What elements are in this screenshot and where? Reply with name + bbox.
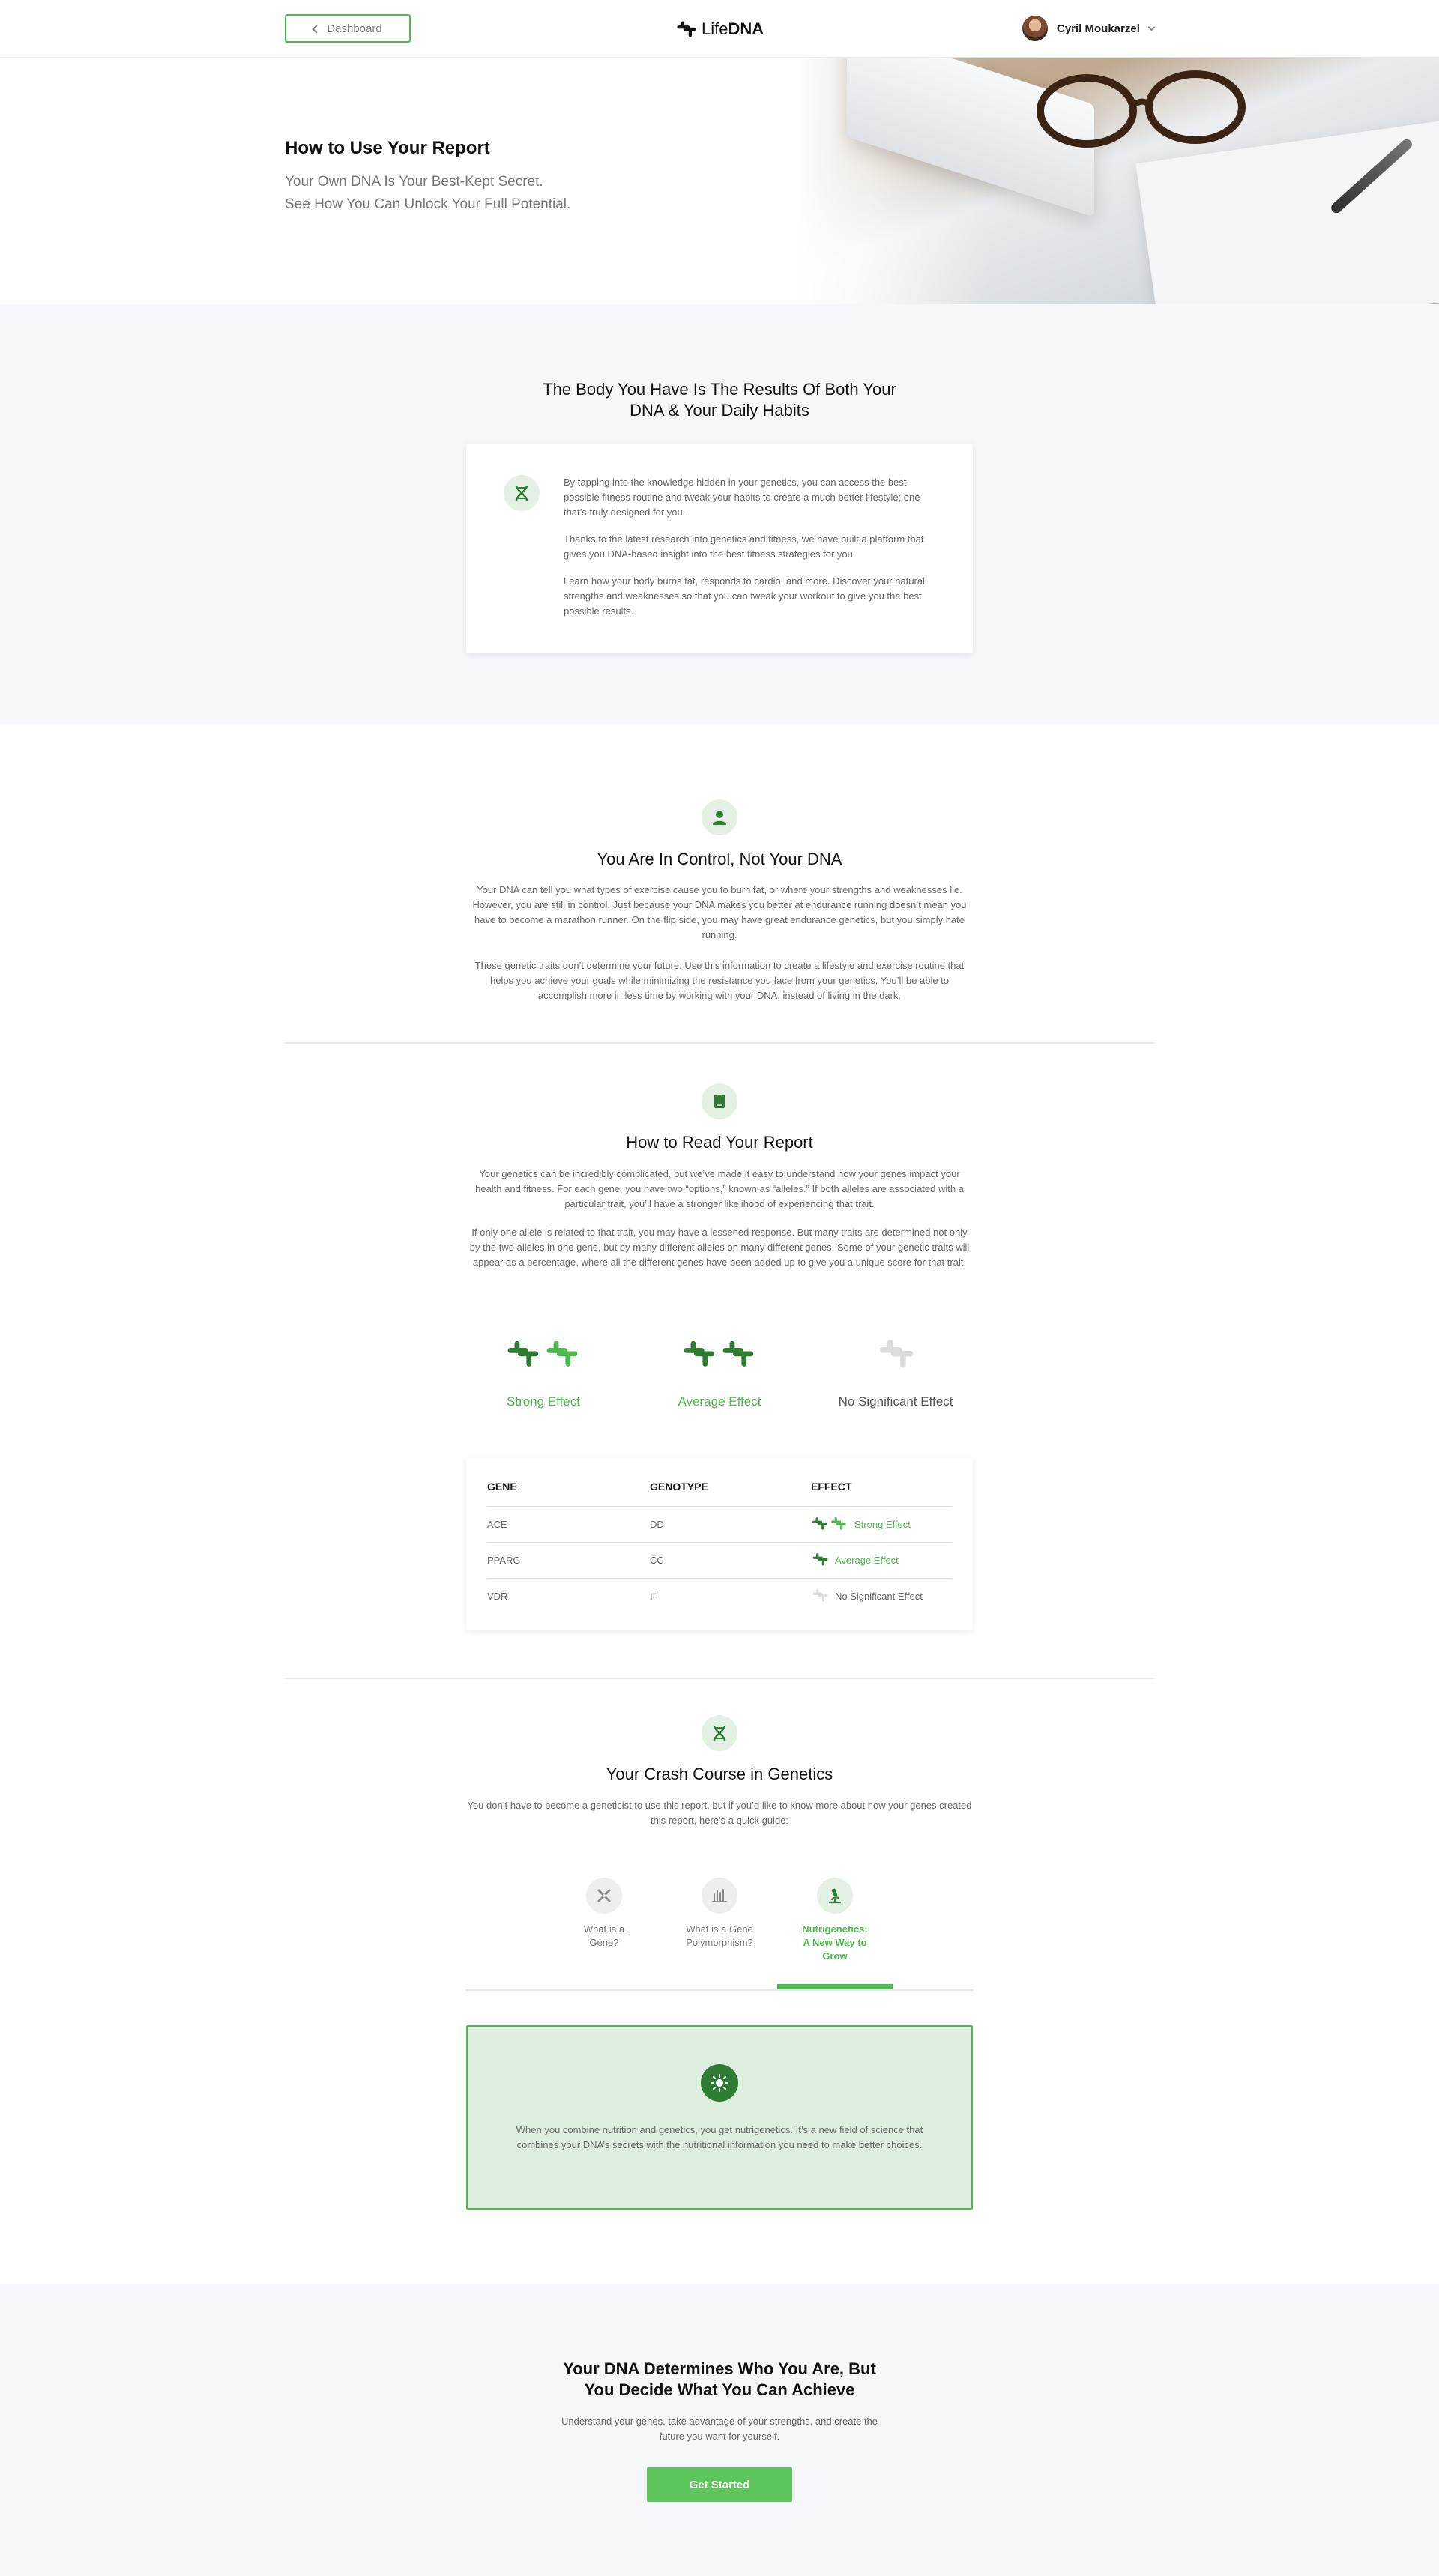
intro-text: By tapping into the knowledge hidden in … [564,475,931,631]
hero-subtitle-line: See How You Can Unlock Your Full Potenti… [285,196,571,212]
cta-subtitle-line: Understand your genes, take advantage of… [561,2416,878,2427]
control-paragraph-1: Your DNA can tell you what types of exer… [472,884,967,940]
table-header-gene: GENE [487,1481,517,1493]
cta-title-line: You Decide What You Can Achieve [584,2380,855,2399]
cta-title: Your DNA Determines Who You Are, But You… [0,2359,1439,2401]
tab-what-is-gene[interactable]: What is a Gene? [559,1878,649,1950]
average-effect-icon [812,1553,828,1566]
tab-label: Nutrigenetics: [802,1923,868,1935]
no-effect-icon [879,1340,914,1368]
table-header-effect: EFFECT [811,1481,852,1493]
no-effect-label: No Significant Effect [838,1394,953,1409]
strong-effect-legend: Strong Effect [480,1335,607,1409]
hero-subtitle-line: Your Own DNA Is Your Best-Kept Secret. [285,174,543,190]
strong-effect-icon [812,1517,846,1530]
effect-cell: Average Effect [811,1552,899,1568]
cta-section: Your DNA Determines Who You Are, But You… [0,2284,1439,2576]
chromosome-icon [586,1878,622,1914]
person-icon [702,799,737,835]
tab-label: A New Way to [803,1937,867,1948]
intro-section: The Body You Have Is The Results Of Both… [0,304,1439,724]
intro-title-line: The Body You Have Is The Results Of Both… [543,380,896,399]
active-tab-indicator [777,1984,893,1989]
tabs-divider [466,1989,973,1991]
divider [285,1042,1154,1044]
tab-gene-polymorphism[interactable]: What is a Gene Polymorphism? [671,1878,768,1950]
genotype-cell: II [650,1591,656,1602]
table-row: ACE DD Strong Effect [487,1506,952,1542]
hero-subtitle: Your Own DNA Is Your Best-Kept Secret. S… [285,171,570,216]
intro-title-line: DNA & Your Daily Habits [630,401,809,420]
table-header-genotype: GENOTYPE [650,1481,708,1493]
dashboard-button[interactable]: Dashboard [285,14,411,43]
genotype-cell: DD [650,1519,664,1530]
dna-logo-icon [677,21,696,37]
hero-image [794,58,1439,304]
dna-helix-icon [702,1715,737,1751]
nutrigenetics-panel: When you combine nutrition and genetics,… [466,2025,973,2210]
average-effect-label: Average Effect [678,1394,761,1409]
intro-paragraph: Thanks to the latest research into genet… [564,533,924,560]
logo-text-bold: DNA [728,19,764,38]
top-header: Dashboard LifeDNA Cyril Moukarzel [0,0,1439,58]
crash-title: Your Crash Course in Genetics [606,1765,833,1783]
read-paragraph-2: If only one allele is related to that tr… [469,1227,970,1268]
intro-title: The Body You Have Is The Results Of Both… [0,379,1439,421]
gene-cell: PPARG [487,1555,521,1566]
tab-nutrigenetics[interactable]: Nutrigenetics: A New Way to Grow [782,1878,887,1963]
strong-effect-label: Strong Effect [507,1394,580,1409]
book-icon [702,1083,737,1119]
tab-label: Polymorphism? [686,1937,753,1948]
dashboard-button-label: Dashboard [327,22,382,35]
average-effect-icon [684,1340,754,1367]
effect-label: Strong Effect [854,1518,911,1530]
avatar [1022,16,1048,41]
user-menu[interactable]: Cyril Moukarzel [1022,16,1156,41]
control-title: You Are In Control, Not Your DNA [597,850,842,868]
effect-cell: Strong Effect [811,1516,911,1532]
lightbulb-icon [701,2064,738,2102]
tab-label: What is a [583,1923,625,1935]
chevron-left-icon [312,24,321,34]
intro-paragraph: By tapping into the knowledge hidden in … [564,477,920,518]
nutrigenetics-text: When you combine nutrition and genetics,… [516,2124,923,2150]
no-effect-icon [812,1589,828,1602]
chevron-down-icon [1147,23,1156,31]
strong-effect-icon [507,1340,578,1367]
effect-label: No Significant Effect [835,1590,923,1602]
read-paragraph-1: Your genetics can be incredibly complica… [475,1168,964,1209]
page-title: How to Use Your Report [285,138,490,158]
intro-card: By tapping into the knowledge hidden in … [466,444,973,653]
cta-title-line: Your DNA Determines Who You Are, But [563,2359,876,2378]
no-effect-legend: No Significant Effect [821,1335,971,1409]
effect-cell: No Significant Effect [811,1588,923,1604]
average-effect-legend: Average Effect [656,1335,783,1409]
gene-cell: VDR [487,1591,508,1602]
control-paragraph-2: These genetic traits don’t determine you… [474,960,965,1001]
polymorphism-icon [702,1878,737,1914]
gene-table: GENE GENOTYPE EFFECT ACE DD Strong Effec… [466,1458,973,1630]
gene-cell: ACE [487,1519,507,1530]
glasses-icon [1037,70,1246,148]
tab-label: Gene? [589,1937,619,1948]
crash-paragraph: You don’t have to become a geneticist to… [467,1800,972,1826]
read-title: How to Read Your Report [626,1133,813,1152]
cta-subtitle-line: future you want for yourself. [659,2431,780,2442]
tab-label: Grow [822,1950,848,1962]
dna-helix-icon [504,475,540,511]
genotype-cell: CC [650,1555,664,1566]
tab-label: What is a Gene [686,1923,753,1935]
cta-subtitle: Understand your genes, take advantage of… [0,2414,1439,2444]
user-name: Cyril Moukarzel [1057,22,1140,35]
table-row: VDR II No Significant Effect [487,1578,952,1614]
effect-label: Average Effect [835,1554,899,1566]
lifedna-logo[interactable]: LifeDNA [676,18,764,40]
intro-paragraph: Learn how your body burns fat, responds … [564,575,925,617]
get-started-button[interactable]: Get Started [647,2467,792,2502]
table-row: PPARG CC Average Effect [487,1542,952,1578]
microscope-icon [817,1878,853,1914]
logo-text-light: Life [702,19,728,38]
divider [285,1678,1154,1679]
hero-section: How to Use Your Report Your Own DNA Is Y… [0,58,1439,304]
